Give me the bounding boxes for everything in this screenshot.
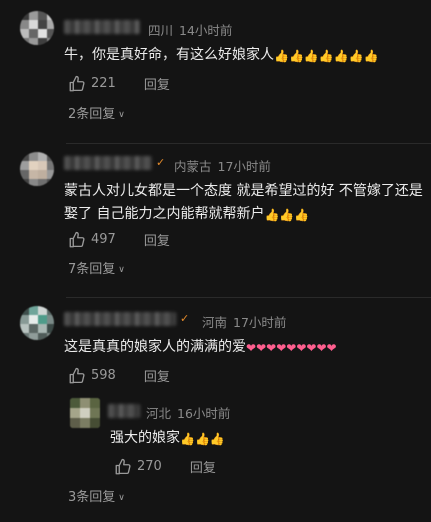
comment-meta: 四川 14小时前	[148, 20, 232, 39]
thumbs-up-icon: 👍	[274, 49, 289, 63]
comment-text: 牛，你是真好命，有这么好娘家人👍👍👍👍👍👍👍	[64, 47, 379, 63]
thumbs-up-icon: 👍	[318, 49, 334, 63]
divider	[66, 143, 431, 144]
heart-icon: ❤	[306, 341, 317, 355]
thumbs-up-icon: 👍	[180, 432, 195, 446]
avatar[interactable]	[70, 398, 100, 428]
like-count: 221	[91, 76, 116, 91]
comment-actions: 497 回复	[68, 230, 170, 249]
like-icon[interactable]	[68, 75, 86, 93]
heart-icon: ❤	[246, 341, 257, 355]
comment-meta: 河北 16小时前	[146, 403, 230, 422]
reply-button[interactable]: 回复	[144, 74, 170, 93]
thumbs-up-icon: 👍	[288, 49, 304, 63]
location: 四川	[148, 23, 174, 38]
thumbs-up-icon: 👍	[348, 49, 364, 63]
thumbs-up-icon: 👍	[363, 49, 379, 63]
username-blurred[interactable]	[108, 404, 140, 418]
like-count: 497	[91, 232, 116, 247]
heart-icon: ❤	[316, 341, 327, 355]
comment-text: 蒙古人对儿女都是一个态度 就是希望过的好 不管嫁了还是 娶了 自己能力之内能帮就…	[64, 183, 423, 222]
username-blurred[interactable]	[64, 156, 152, 170]
comment-meta: 河南 17小时前	[202, 312, 286, 331]
reply-button[interactable]: 回复	[190, 457, 216, 476]
reply-actions: 270 回复	[114, 457, 216, 476]
reply-button[interactable]: 回复	[144, 230, 170, 249]
chevron-down-icon: ∨	[118, 110, 125, 120]
heart-icon: ❤	[266, 341, 277, 355]
view-replies-link[interactable]: 3条回复 ∨	[68, 486, 125, 505]
location: 河北	[146, 406, 172, 421]
heart-icon: ❤	[326, 341, 337, 355]
thumbs-up-icon: 👍	[209, 432, 225, 446]
thumbs-up-icon: 👍	[333, 49, 349, 63]
thumbs-up-icon: 👍	[303, 49, 319, 63]
like-icon[interactable]	[68, 231, 86, 249]
vip-badge-icon: ✓	[156, 156, 166, 169]
reply-text: 强大的娘家👍👍👍	[110, 430, 225, 446]
timestamp: 17小时前	[233, 315, 287, 330]
heart-icon: ❤	[256, 341, 267, 355]
reply-button[interactable]: 回复	[144, 366, 170, 385]
chevron-down-icon: ∨	[118, 493, 125, 503]
username-blurred[interactable]	[64, 20, 140, 34]
avatar[interactable]	[20, 152, 54, 186]
view-replies-link[interactable]: 2条回复 ∨	[68, 103, 125, 122]
avatar[interactable]	[20, 11, 54, 45]
comment-actions: 598 回复	[68, 366, 170, 385]
username-blurred[interactable]	[64, 312, 176, 326]
timestamp: 17小时前	[217, 159, 271, 174]
location: 河南	[202, 315, 228, 330]
timestamp: 16小时前	[177, 406, 231, 421]
comment-meta: 内蒙古 17小时前	[174, 156, 271, 175]
comment-text: 这是真真的娘家人的满满的爱❤❤❤❤❤❤❤❤❤	[64, 339, 337, 355]
like-icon[interactable]	[68, 367, 86, 385]
like-icon[interactable]	[114, 458, 132, 476]
thumbs-up-icon: 👍	[264, 208, 280, 222]
comment-actions: 221 回复	[68, 74, 170, 93]
location: 内蒙古	[174, 159, 212, 174]
vip-badge-icon: ✓	[180, 312, 190, 325]
heart-icon: ❤	[296, 341, 307, 355]
view-replies-link[interactable]: 7条回复 ∨	[68, 258, 125, 277]
timestamp: 14小时前	[179, 23, 233, 38]
thumbs-up-icon: 👍	[279, 208, 295, 222]
divider	[66, 297, 431, 298]
heart-icon: ❤	[286, 341, 297, 355]
like-count: 270	[137, 459, 162, 474]
chevron-down-icon: ∨	[118, 265, 125, 275]
thumbs-up-icon: 👍	[294, 208, 310, 222]
heart-icon: ❤	[276, 341, 287, 355]
thumbs-up-icon: 👍	[194, 432, 210, 446]
like-count: 598	[91, 368, 116, 383]
avatar[interactable]	[20, 306, 54, 340]
